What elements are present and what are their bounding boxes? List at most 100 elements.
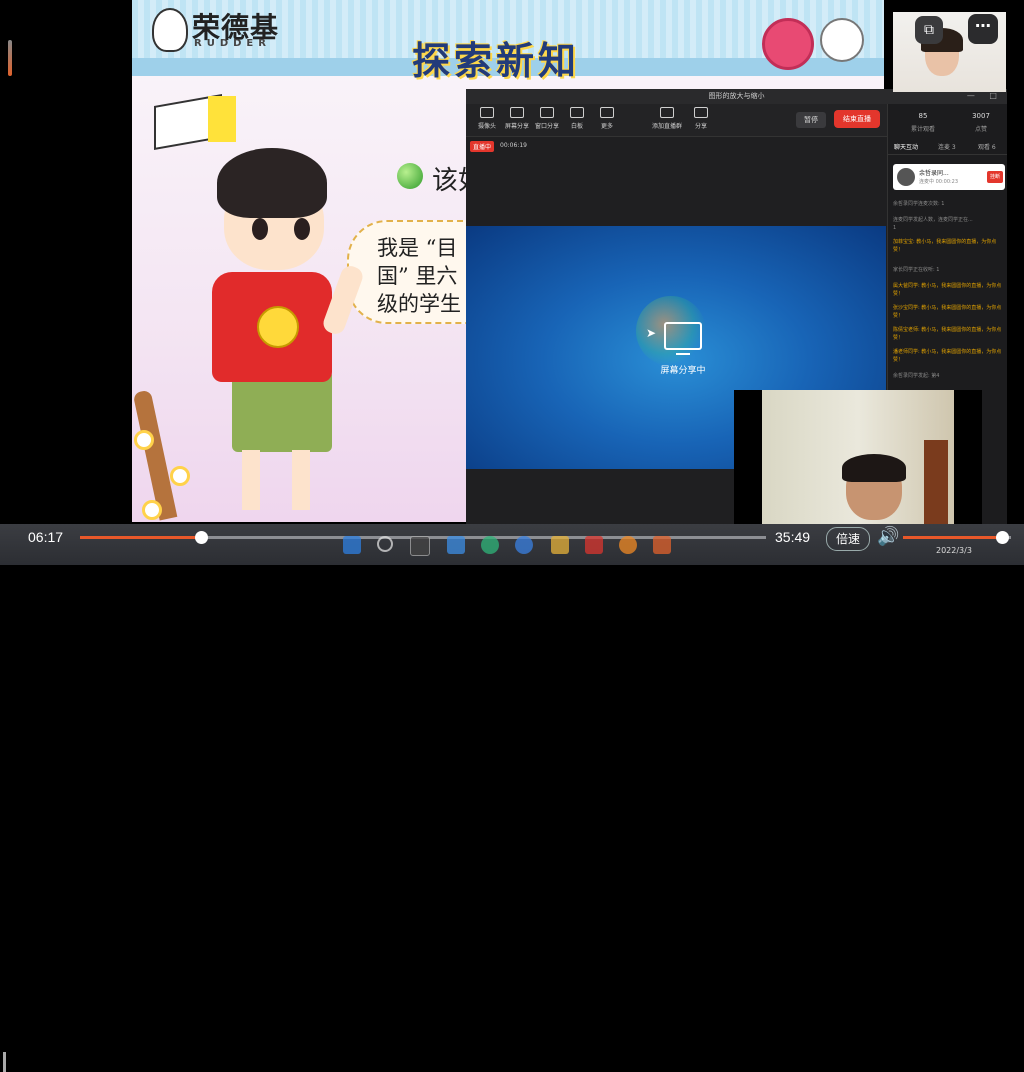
student-hair: [842, 454, 906, 482]
toolbar-label: 更多: [600, 123, 613, 130]
add-member-button[interactable]: 添加直播群: [652, 107, 682, 130]
more-options-button[interactable]: ⋯: [968, 14, 998, 44]
screen-share-status: 屏幕分享中: [660, 366, 706, 376]
student-camera-feed: [734, 390, 982, 530]
boy-shorts: [232, 370, 332, 452]
student-door: [924, 440, 948, 530]
avatar: [897, 168, 915, 186]
chat-message: 连麦同学发起人数，连麦同学正在...: [893, 217, 973, 223]
pause-button[interactable]: 暂停: [796, 112, 826, 128]
toolbar-label: 白板: [570, 123, 583, 130]
chat-message: 家长同学正在收听: 1: [893, 267, 940, 273]
windows-start-icon[interactable]: [343, 536, 361, 554]
more-button[interactable]: 更多: [592, 107, 622, 130]
window-controls[interactable]: — □: [967, 91, 1003, 100]
toolbar-label: 摄像头: [477, 123, 496, 130]
live-duration: 00:06:19: [500, 142, 527, 149]
screen-share-button[interactable]: 屏幕分享: [502, 107, 532, 130]
smiley-icon: [257, 306, 299, 348]
cube-icon: [208, 96, 236, 142]
megaphone-icon: [762, 18, 814, 70]
flower-illustration: [134, 430, 154, 450]
widgets-icon[interactable]: [447, 536, 465, 554]
task-view-icon[interactable]: [410, 536, 430, 556]
edge-icon[interactable]: [481, 536, 499, 554]
volume-slider[interactable]: [903, 531, 1011, 544]
window-share-button[interactable]: 窗口分享: [532, 107, 562, 130]
video-player-bar: 06:17 35:49 倍速 🔊 2022/3/3: [0, 524, 1024, 1072]
chat-message: 余哲录同学发起: 第4: [893, 373, 940, 379]
slide-title: 探索新知: [412, 39, 581, 83]
chat-message: 张沙宝同学: 教小马，我来圆圆你的直播，为你点赞！: [893, 305, 1002, 319]
system-date: 2022/3/3: [936, 546, 972, 555]
camera-button[interactable]: 摄像头: [472, 107, 502, 130]
current-time: 06:17: [28, 529, 64, 545]
mouse-cursor-icon: ➤: [646, 326, 657, 340]
end-live-button[interactable]: 结束直播: [834, 110, 880, 128]
toolbar-label: 屏幕分享: [504, 123, 529, 130]
flower-illustration: [170, 466, 190, 486]
screen-share-icon: [510, 107, 524, 118]
tab-viewers[interactable]: 观看 6: [978, 142, 996, 151]
boy-hair: [217, 148, 327, 218]
window-title: 图形的放大与缩小: [708, 92, 765, 100]
bubble-line: 级的学生: [377, 292, 461, 316]
wps-icon[interactable]: [585, 536, 603, 554]
window-share-icon: [540, 107, 554, 118]
progress-handle[interactable]: [194, 531, 208, 544]
stat-value: 3007: [972, 112, 990, 120]
tab-mic[interactable]: 连麦 3: [938, 142, 956, 151]
total-time: 35:49: [775, 529, 811, 545]
flower-illustration: [142, 500, 162, 520]
screen-share-icon: [664, 322, 702, 355]
chat-message: 1: [893, 225, 897, 231]
hang-up-button[interactable]: 挂断: [987, 171, 1003, 183]
add-member-icon: [660, 107, 674, 118]
boy-leg: [292, 450, 310, 510]
volume-icon[interactable]: 🔊: [877, 526, 899, 547]
brand-mascot-icon: [152, 8, 188, 52]
left-indicator: [8, 40, 12, 76]
tab-chat[interactable]: 聊天互动: [894, 142, 918, 151]
toolbar-label: 分享: [694, 123, 707, 130]
user-name: 余哲录同...: [919, 170, 949, 177]
live-badge: 直播中: [470, 141, 495, 152]
volume-handle[interactable]: [996, 531, 1010, 544]
live-app-icon[interactable]: [619, 536, 637, 554]
file-explorer-icon[interactable]: [551, 536, 569, 554]
media-icon[interactable]: [653, 536, 671, 554]
chat-message: 加菲宝宝: 教小马，我来圆圆你的直播，为你点赞！: [893, 239, 997, 253]
more-icon: [600, 107, 614, 118]
boy-leg: [242, 450, 260, 510]
chat-message: 潘老师同学: 教小马，我来圆圆你的直播，为你点赞！: [893, 349, 1002, 363]
bubble-line: 我是 “目: [377, 236, 458, 260]
volume-fill: [903, 536, 1003, 539]
browser-icon[interactable]: [515, 536, 533, 554]
stat-label: 累计观看: [910, 126, 935, 133]
boy-eye: [294, 218, 310, 240]
edge-marker: [3, 1052, 6, 1072]
chat-message: 属大爸同学: 教小马，我来圆圆你的直播，为你点赞！: [893, 283, 1002, 297]
bullet-icon: [397, 163, 423, 189]
panel-tabs: 聊天互动 连麦 3 观看 6: [888, 140, 1007, 155]
progress-fill: [80, 536, 201, 539]
chat-message: 陈倩宝老师: 教小马，我来圆圆你的直播，为你点赞！: [893, 327, 1002, 341]
user-status: 连麦中 00:00:23: [919, 179, 959, 185]
stat-value: 85: [918, 112, 928, 120]
chat-message: 余哲录同学连麦次数: 1: [893, 201, 945, 207]
playback-speed-button[interactable]: 倍速: [826, 527, 870, 551]
share-button[interactable]: 分享: [686, 107, 716, 130]
toolbar-label: 窗口分享: [534, 123, 559, 130]
mascot-icon: [820, 18, 864, 62]
boy-eye: [252, 218, 268, 240]
switch-camera-button[interactable]: ⧉: [915, 16, 943, 44]
whiteboard-button[interactable]: 白板: [562, 107, 592, 130]
whiteboard-icon: [570, 107, 584, 118]
share-icon: [694, 107, 708, 118]
search-icon[interactable]: [377, 536, 393, 552]
brand-name-en: RUDDER: [194, 38, 271, 49]
bubble-line: 国” 里六: [377, 264, 458, 288]
stat-label: 点赞: [974, 126, 987, 133]
camera-icon: [480, 107, 494, 118]
connected-user-card: 余哲录同... 连麦中 00:00:23 挂断: [893, 164, 1005, 190]
